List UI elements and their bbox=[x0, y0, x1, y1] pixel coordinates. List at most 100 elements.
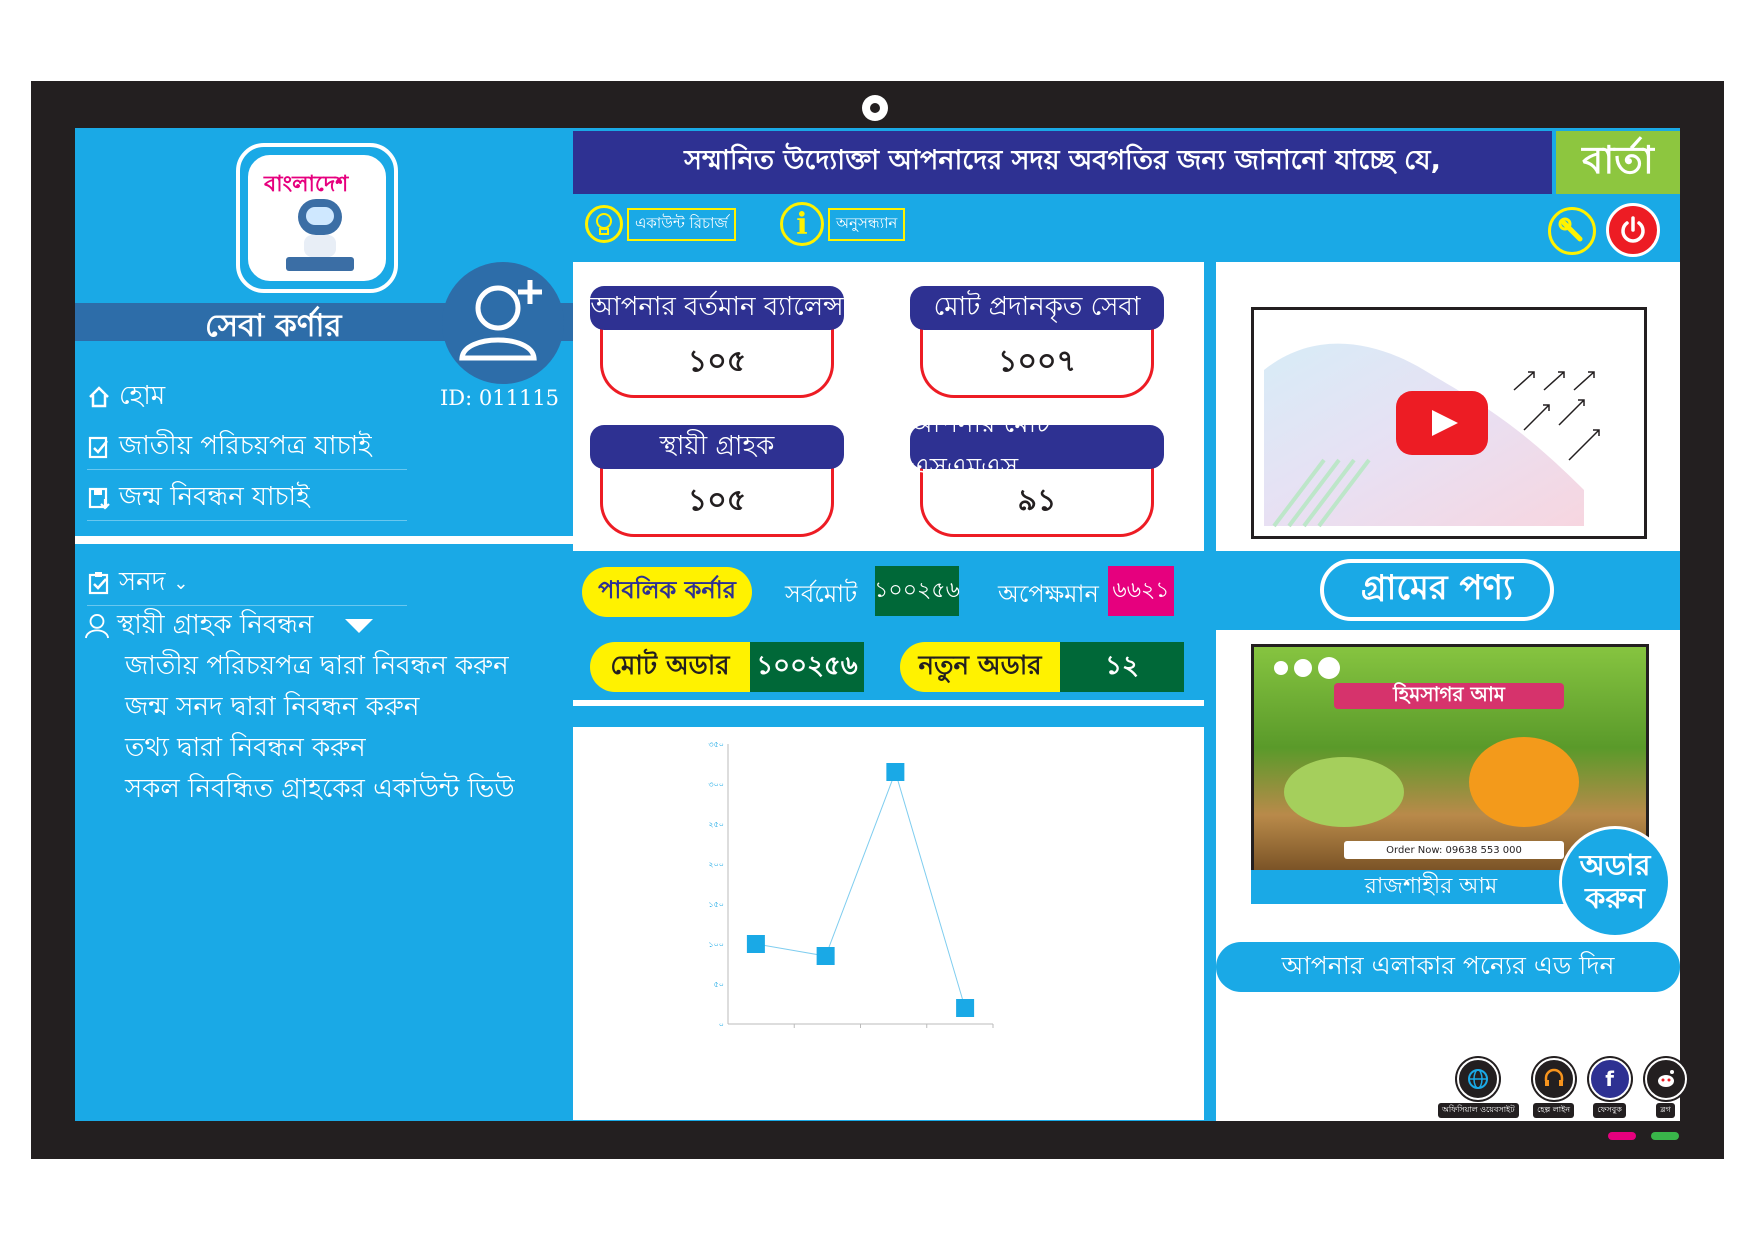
camera-icon bbox=[862, 95, 888, 121]
add-user-icon bbox=[459, 280, 542, 361]
robot-face bbox=[306, 207, 334, 225]
sidebar-item-label: হোম bbox=[119, 381, 166, 411]
inquiry-label: অনুসন্ধ্যান bbox=[828, 207, 906, 241]
stat-label: স্থায়ী গ্রাহক bbox=[590, 425, 844, 469]
account-recharge-button[interactable]: একাউন্ট রিচার্জ bbox=[585, 205, 736, 243]
sidebar-item-nid-verify[interactable]: জাতীয় পরিচয়পত্র যাচাই bbox=[87, 425, 407, 470]
globe-icon bbox=[1457, 1058, 1500, 1100]
decor-dot bbox=[1318, 657, 1340, 679]
stat-label: মোট প্রদানকৃত সেবা bbox=[910, 286, 1164, 330]
y-tick-label: ২৫০ bbox=[708, 820, 724, 829]
logout-power-button[interactable] bbox=[1606, 203, 1660, 257]
decor-dot bbox=[1294, 659, 1312, 677]
home-icon bbox=[87, 385, 111, 409]
y-tick-label: ৩০০ bbox=[708, 780, 724, 789]
notice-banner: সম্মানিত উদ্যোক্তা আপনাদের সদয় অবগতির জ… bbox=[573, 131, 1552, 194]
page-title: সেবা কর্ণার bbox=[205, 308, 342, 344]
y-tick-label: ৩৫০ bbox=[708, 740, 724, 749]
total-order-label: মোট অডার bbox=[590, 642, 750, 692]
decor-dot bbox=[1274, 661, 1288, 675]
book-icon bbox=[286, 257, 354, 271]
public-corner-button[interactable]: পাবলিক কর্নার bbox=[582, 567, 752, 617]
headset-icon bbox=[1532, 1058, 1575, 1100]
data-point bbox=[746, 935, 765, 953]
y-tick-label: ২০০ bbox=[708, 860, 724, 869]
add-product-ad-button[interactable]: আপনার এলাকার পন্যের এড দিন bbox=[1216, 942, 1680, 992]
new-order-label: নতুন অডার bbox=[900, 642, 1060, 692]
product-image-title: হিমসাগর আম bbox=[1334, 682, 1564, 709]
power-icon bbox=[1621, 216, 1645, 243]
line-chart: ০ ৫০ ১০০ ১৫০ ২০০ ২৫০ ৩০০ ৩৫০ bbox=[708, 740, 994, 1029]
row-divider bbox=[573, 700, 1204, 706]
data-point bbox=[886, 763, 905, 781]
facebook-icon: f bbox=[1588, 1058, 1631, 1100]
stat-value: ১০৫ bbox=[600, 459, 834, 537]
stat-card-balance: আপনার বর্তমান ব্যালেন্স ১০৫ bbox=[590, 286, 844, 398]
youtube-play-icon[interactable] bbox=[1396, 391, 1488, 455]
order-button-line: অডার bbox=[1579, 847, 1651, 882]
avatar[interactable] bbox=[442, 262, 564, 384]
barta-button[interactable]: বার্তা bbox=[1556, 131, 1680, 194]
wrench-icon bbox=[1558, 217, 1583, 242]
waiting-value: ৬৬২১ bbox=[1108, 566, 1174, 616]
info-icon: i bbox=[780, 202, 824, 246]
clipboard-check-icon bbox=[87, 571, 111, 595]
sidebar-item-registration[interactable]: স্থায়ী গ্রাহক নিবন্ধন bbox=[85, 604, 374, 648]
sidebar-item-sanad[interactable]: সনদ ⌄ bbox=[87, 561, 407, 606]
sidebar-item-home[interactable]: হোম bbox=[87, 375, 165, 419]
social-label: ফেসবুক bbox=[1593, 1103, 1626, 1118]
sidebar-subitem-account-view[interactable]: সকল নিবন্ধিত গ্রাহকের একাউন্ট ভিউ bbox=[125, 768, 515, 812]
stat-label: আপনার মোট এসএমএস bbox=[910, 409, 1164, 483]
stat-card-permanent-customer: স্থায়ী গ্রাহক ১০৫ bbox=[590, 425, 844, 537]
order-button-line: করুন bbox=[1585, 881, 1645, 915]
order-now-text: Order Now: 09638 553 000 bbox=[1344, 841, 1564, 859]
series-line bbox=[755, 770, 966, 1009]
sidebar-subitem-birth-register[interactable]: জন্ম সনদ দ্বারা নিবন্ধন করুন bbox=[125, 686, 419, 730]
social-links: অফিসিয়াল ওয়েবসাইট হেল্প লাইন f ফেসবুক … bbox=[1438, 1058, 1687, 1118]
save-download-icon bbox=[87, 486, 111, 510]
product-caption: রাজশাহীর আম bbox=[1251, 870, 1611, 904]
social-helpline[interactable]: হেল্প লাইন bbox=[1532, 1058, 1575, 1118]
order-now-button[interactable]: অডার করুন bbox=[1559, 826, 1671, 938]
sidebar-subitem-nid-register[interactable]: জাতীয় পরিচয়পত্র দ্বারা নিবন্ধন করুন bbox=[125, 645, 509, 689]
sidebar-item-label: সনদ bbox=[119, 567, 166, 597]
total-label: সর্বমোট bbox=[785, 580, 858, 608]
sidebar-subitem-info-register[interactable]: তথ্য দ্বারা নিবন্ধন করুন bbox=[125, 727, 366, 771]
total-value: ১০০২৫৬ bbox=[874, 566, 960, 616]
user-icon bbox=[85, 614, 109, 639]
sidebar-item-birth-verify[interactable]: জন্ম নিবন্ধন যাচাই bbox=[87, 476, 407, 521]
total-order-value: ১০০২৫৬ bbox=[750, 642, 864, 692]
status-led-pink bbox=[1608, 1132, 1636, 1140]
checklist-icon bbox=[87, 435, 111, 459]
village-products-title[interactable]: গ্রামের পণ্য bbox=[1320, 559, 1554, 621]
mango-orange bbox=[1469, 737, 1579, 827]
reddit-icon bbox=[1644, 1058, 1687, 1100]
social-facebook[interactable]: f ফেসবুক bbox=[1588, 1058, 1631, 1118]
lightbulb-icon bbox=[585, 205, 623, 243]
y-tick-label: ১৫০ bbox=[708, 900, 724, 909]
robot-body bbox=[304, 235, 336, 257]
logo[interactable]: বাংলাদেশ bbox=[236, 143, 398, 293]
sidebar-item-label: জাতীয় পরিচয়পত্র যাচাই bbox=[119, 431, 372, 461]
sidebar-divider bbox=[75, 536, 577, 544]
stat-value: ১০৫ bbox=[600, 320, 834, 398]
chevron-down-icon: ⌄ bbox=[173, 572, 189, 594]
data-point bbox=[816, 947, 835, 965]
chart-panel: ০ ৫০ ১০০ ১৫০ ২০০ ২৫০ ৩০০ ৩৫০ bbox=[573, 727, 1204, 1120]
settings-wrench-button[interactable] bbox=[1548, 207, 1596, 255]
logo-text: বাংলাদেশ bbox=[264, 172, 349, 197]
y-tick-label: ০ bbox=[719, 1020, 724, 1029]
data-point bbox=[956, 999, 975, 1017]
social-website[interactable]: অফিসিয়াল ওয়েবসাইট bbox=[1438, 1058, 1519, 1118]
social-label: হেল্প লাইন bbox=[1533, 1103, 1575, 1118]
y-tick-label: ১০০ bbox=[708, 940, 724, 949]
social-blog[interactable]: ব্লগ bbox=[1644, 1058, 1687, 1118]
inquiry-button[interactable]: i অনুসন্ধ্যান bbox=[780, 202, 906, 246]
sidebar-item-label: স্থায়ী গ্রাহক নিবন্ধন bbox=[117, 610, 314, 640]
user-id: ID: 011115 bbox=[440, 386, 560, 410]
status-led-green bbox=[1651, 1132, 1679, 1140]
stat-value: ১০০৭ bbox=[920, 320, 1154, 398]
y-tick-label: ৫০ bbox=[714, 980, 724, 989]
social-label: ব্লগ bbox=[1656, 1103, 1675, 1118]
panel-separator bbox=[1204, 262, 1216, 1120]
